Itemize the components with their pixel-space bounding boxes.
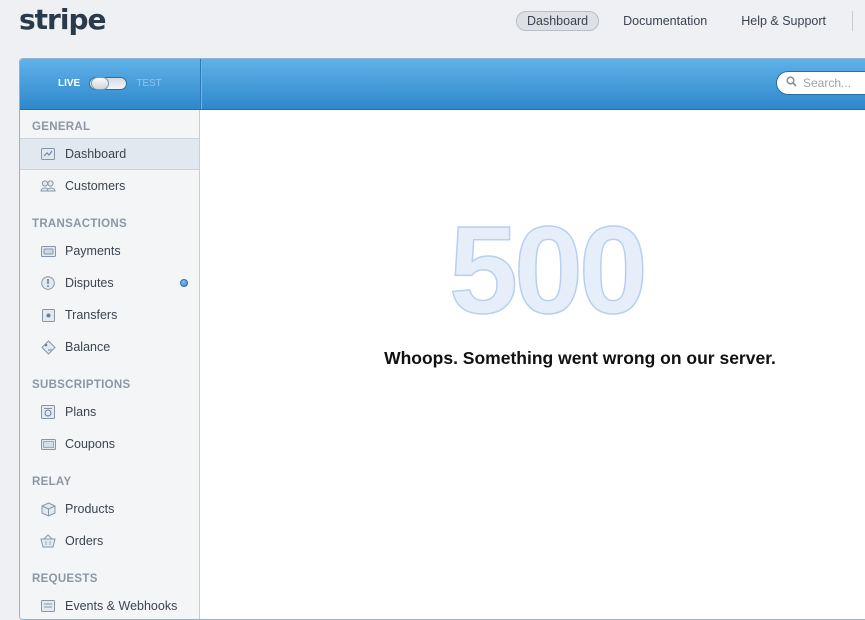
live-test-toggle[interactable] [89, 77, 128, 90]
sidebar: GENERAL Dashboard Customers TRANSACTIONS… [20, 110, 200, 619]
orders-icon [40, 533, 56, 549]
sidebar-item-events-webhooks[interactable]: Events & Webhooks [20, 590, 199, 619]
nav-documentation-link[interactable]: Documentation [613, 12, 717, 30]
sidebar-item-balance[interactable]: Balance [20, 331, 199, 363]
sidebar-item-plans[interactable]: Plans [20, 396, 199, 428]
sidebar-item-label: Balance [65, 340, 111, 354]
nav-divider [852, 11, 853, 31]
section-general: GENERAL [32, 121, 91, 133]
sidebar-item-label: Products [65, 502, 115, 516]
sidebar-item-customers[interactable]: Customers [20, 170, 199, 202]
main-content: 500 Whoops. Something went wrong on our … [200, 110, 865, 619]
sidebar-item-label: Coupons [65, 437, 116, 451]
sidebar-item-products[interactable]: Products [20, 493, 199, 525]
error-message: Whoops. Something went wrong on our serv… [384, 348, 776, 368]
dashboard-window: LIVE TEST GENERAL Dashboard Customers TR… [19, 58, 865, 620]
products-icon [40, 501, 56, 517]
sidebar-item-payments[interactable]: Payments [20, 235, 199, 267]
sidebar-item-label: Disputes [65, 276, 114, 290]
search-input[interactable] [801, 75, 865, 91]
sidebar-item-transfers[interactable]: Transfers [20, 299, 199, 331]
sidebar-item-label: Payments [65, 244, 121, 258]
sidebar-item-label: Dashboard [65, 147, 127, 161]
disputes-icon [40, 275, 56, 291]
top-navigation: Dashboard Documentation Help & Support [502, 11, 865, 31]
sidebar-item-label: Events & Webhooks [65, 599, 178, 613]
live-mode-label[interactable]: LIVE [58, 78, 80, 89]
mode-switch: LIVE TEST [58, 77, 162, 90]
stripe-logo[interactable]: stripe [19, 3, 106, 36]
sidebar-item-dashboard[interactable]: Dashboard [20, 138, 199, 170]
transfers-icon [40, 307, 56, 323]
sidebar-item-coupons[interactable]: Coupons [20, 428, 199, 460]
toggle-knob[interactable] [91, 77, 110, 90]
sidebar-item-label: Customers [65, 179, 126, 193]
sidebar-item-label: Transfers [65, 308, 118, 322]
section-subscriptions: SUBSCRIPTIONS [32, 379, 131, 391]
section-transactions: TRANSACTIONS [32, 218, 127, 230]
disputes-indicator-dot [180, 279, 188, 287]
test-mode-label[interactable]: TEST [136, 78, 162, 89]
sidebar-item-disputes[interactable]: Disputes [20, 267, 199, 299]
nav-help-support-link[interactable]: Help & Support [731, 12, 836, 30]
coupons-icon [40, 436, 56, 452]
sidebar-item-label: Orders [65, 534, 104, 548]
error-code: 500 [448, 202, 648, 340]
balance-icon [40, 339, 56, 355]
search-box[interactable] [776, 71, 865, 95]
nav-dashboard-link[interactable]: Dashboard [515, 11, 600, 31]
top-bar: LIVE TEST [20, 59, 865, 110]
plans-icon [40, 404, 56, 420]
topbar-divider [200, 59, 201, 109]
sidebar-item-label: Plans [65, 405, 97, 419]
customers-icon [40, 178, 56, 194]
payments-icon [40, 243, 56, 259]
events-icon [40, 598, 56, 614]
search-icon [786, 74, 797, 92]
dashboard-icon [40, 146, 56, 162]
section-requests: REQUESTS [32, 573, 98, 585]
sidebar-item-orders[interactable]: Orders [20, 525, 199, 557]
section-relay: RELAY [32, 476, 72, 488]
